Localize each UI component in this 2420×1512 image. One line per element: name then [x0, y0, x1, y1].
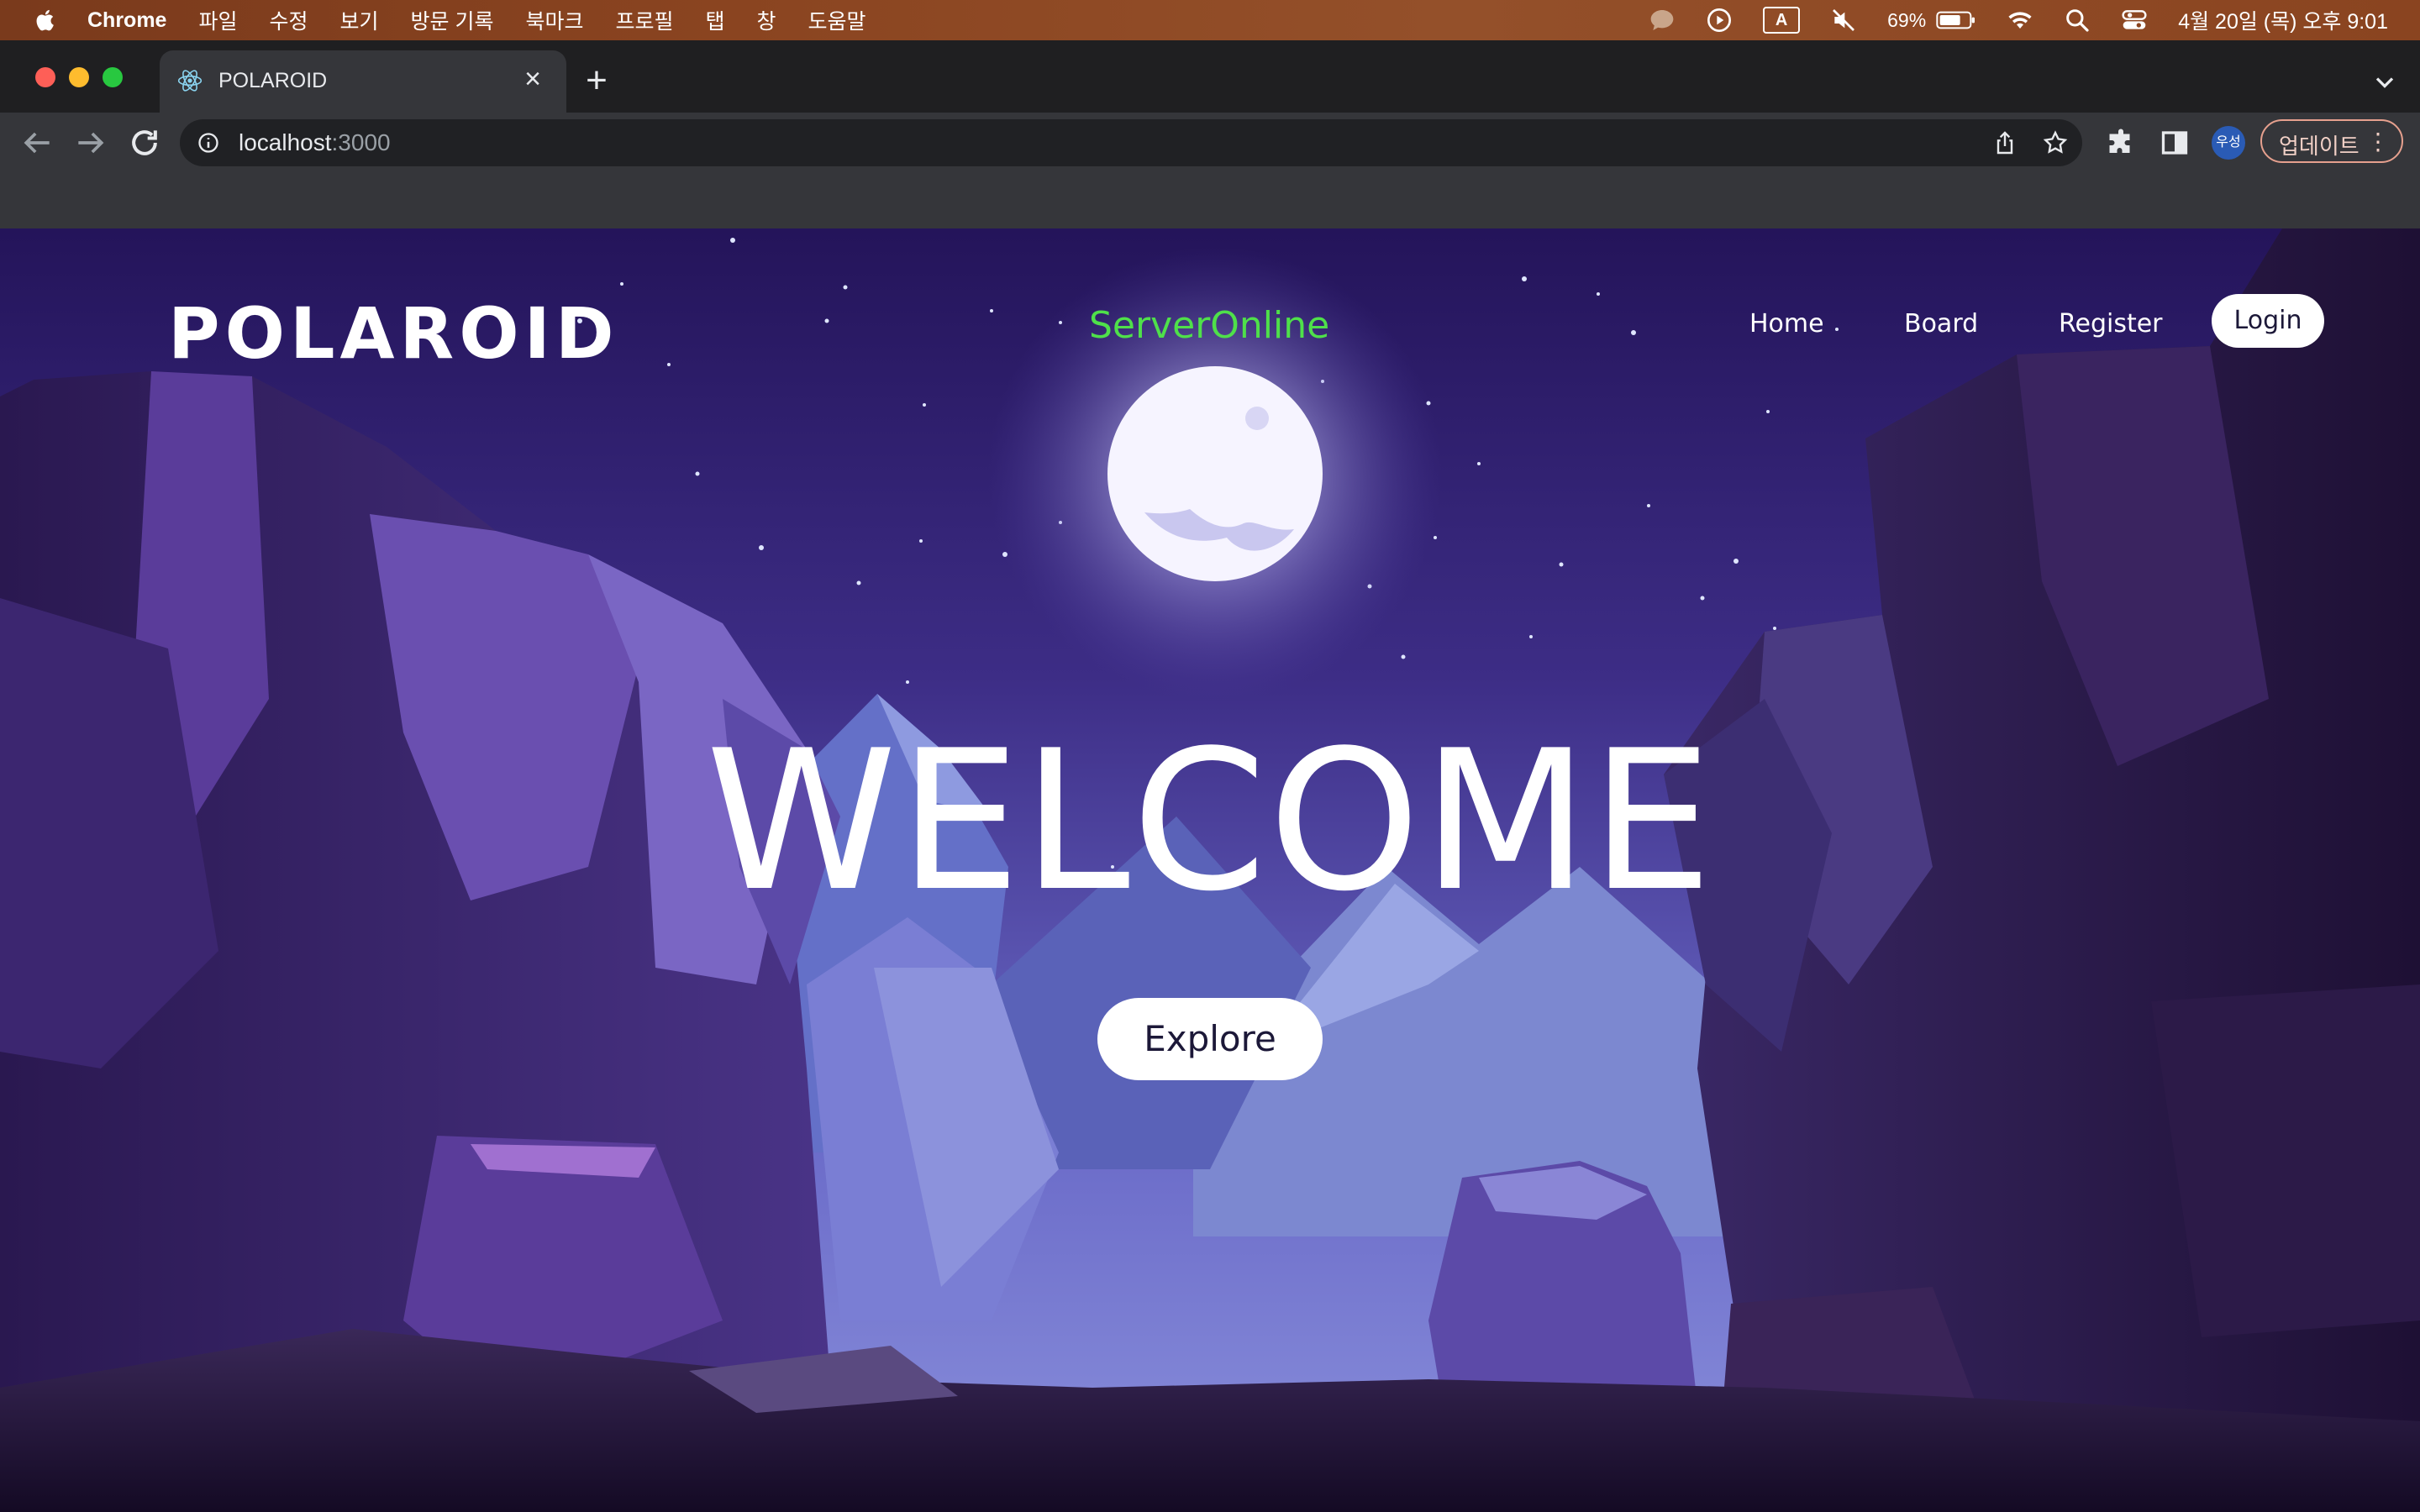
window-minimize-button[interactable] [69, 67, 89, 87]
server-status-indicator: ServerOnline [1089, 304, 1330, 347]
new-tab-button[interactable]: + [580, 62, 613, 99]
address-bar[interactable]: localhost:3000 [180, 119, 2082, 166]
url-port: :3000 [331, 129, 391, 155]
macos-menubar: Chrome 파일 수정 보기 방문 기록 북마크 프로필 탭 창 도움말 A … [0, 0, 2420, 40]
reload-icon[interactable] [126, 124, 163, 161]
react-logo-icon [177, 70, 203, 92]
site-info-icon[interactable] [197, 131, 220, 155]
hero-title: WELCOME [705, 710, 1715, 934]
forward-arrow-icon[interactable] [72, 124, 109, 161]
apple-icon[interactable] [34, 8, 59, 33]
muted-speaker-icon[interactable] [1830, 7, 1857, 34]
bookmark-star-icon[interactable] [2042, 129, 2069, 156]
menu-history[interactable]: 방문 기록 [411, 5, 494, 35]
menu-window[interactable]: 창 [757, 5, 776, 35]
battery-percent: 69% [1887, 8, 1927, 31]
extensions-puzzle-icon[interactable] [2106, 128, 2136, 158]
update-button[interactable]: 업데이트 ⋮ [2260, 119, 2403, 163]
profile-avatar[interactable]: 우성 [2212, 126, 2245, 160]
site-logo[interactable]: POLAROID [168, 292, 619, 375]
back-arrow-icon[interactable] [18, 124, 55, 161]
wifi-icon[interactable] [2007, 7, 2033, 34]
tab-title: POLAROID [218, 69, 328, 92]
nav-register-link[interactable]: Register [2059, 309, 2163, 339]
spotlight-search-icon[interactable] [2064, 7, 2091, 34]
login-button[interactable]: Login [2212, 294, 2324, 348]
side-panel-icon[interactable] [2160, 128, 2190, 158]
page-viewport: POLAROID ServerOnline Home Board Registe… [0, 228, 2420, 1512]
menu-edit[interactable]: 수정 [269, 5, 308, 35]
battery-icon[interactable] [1936, 7, 1976, 34]
explore-button[interactable]: Explore [1097, 998, 1323, 1080]
nav-board-link[interactable]: Board [1904, 309, 1978, 339]
window-zoom-button[interactable] [103, 67, 123, 87]
nav-home-link[interactable]: Home [1749, 309, 1824, 339]
clock-datetime[interactable]: 4월 20일 (목) 오후 9:01 [2178, 5, 2388, 35]
tab-close-button[interactable]: × [518, 64, 548, 94]
tab-search-chevron-icon[interactable] [2370, 67, 2400, 97]
update-label: 업데이트 [2279, 134, 2360, 159]
menu-bookmarks[interactable]: 북마크 [525, 5, 583, 35]
menu-tab[interactable]: 탭 [706, 5, 725, 35]
control-center-icon[interactable] [2121, 7, 2148, 34]
messages-icon[interactable] [1649, 7, 1676, 34]
play-circle-icon[interactable] [1706, 7, 1733, 34]
chrome-menu-icon[interactable]: ⋮ [2366, 128, 2390, 155]
share-icon[interactable] [1991, 129, 2018, 156]
tab-polaroid[interactable]: POLAROID × [160, 50, 566, 113]
chrome-toolbar: localhost:3000 우성 업데이트 ⋮ [0, 113, 2420, 173]
menu-help[interactable]: 도움말 [808, 5, 866, 35]
menu-profiles[interactable]: 프로필 [615, 5, 673, 35]
menu-app-name[interactable]: Chrome [87, 8, 166, 33]
url-host: localhost [239, 129, 332, 155]
bookmarks-bar [0, 173, 2420, 230]
window-close-button[interactable] [35, 67, 55, 87]
address-url[interactable]: localhost:3000 [239, 129, 391, 156]
menu-file[interactable]: 파일 [198, 5, 237, 35]
input-source-indicator[interactable]: A [1763, 7, 1801, 34]
menu-view[interactable]: 보기 [340, 5, 379, 35]
